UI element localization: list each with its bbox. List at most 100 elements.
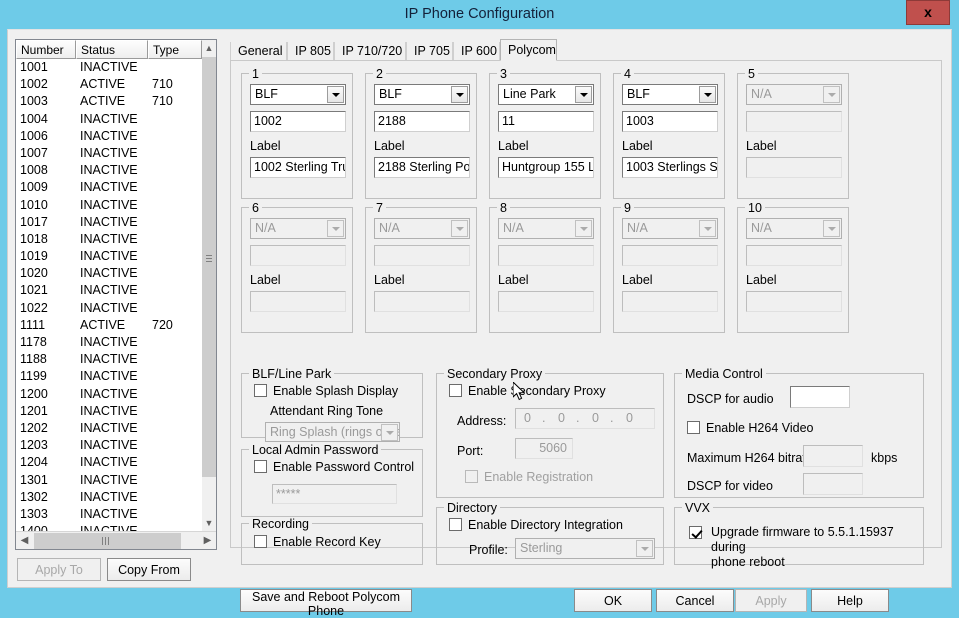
tab-ip-710-720[interactable]: IP 710/720 xyxy=(334,42,406,61)
tab-general[interactable]: General xyxy=(230,42,287,61)
key-label-input[interactable] xyxy=(746,157,842,178)
table-row[interactable]: 1007 INACTIVE xyxy=(16,145,202,162)
table-row[interactable]: 1202 INACTIVE xyxy=(16,420,202,437)
tab-ip-705[interactable]: IP 705 xyxy=(406,42,453,61)
key-value-input[interactable] xyxy=(746,245,842,266)
table-row[interactable]: 1201 INACTIVE xyxy=(16,403,202,420)
enable-h264-video-checkbox[interactable]: Enable H264 Video xyxy=(687,421,814,435)
help-button[interactable]: Help xyxy=(811,589,889,612)
key-label-input[interactable] xyxy=(746,291,842,312)
directory-profile-combo[interactable]: Sterling xyxy=(515,538,655,559)
admin-password-input[interactable]: ***** xyxy=(272,484,397,504)
key-value-input[interactable]: 2188 xyxy=(374,111,470,132)
table-row[interactable]: 1400INACTIVE xyxy=(16,523,202,531)
column-header-number[interactable]: Number xyxy=(16,40,76,59)
table-row[interactable]: 1017 INACTIVE xyxy=(16,214,202,231)
list-vertical-scrollbar[interactable]: ▲ ▼ xyxy=(202,40,216,531)
table-row[interactable]: 1204 INACTIVE xyxy=(16,454,202,471)
key-label-input[interactable] xyxy=(250,291,346,312)
key-type-combo[interactable]: N/A xyxy=(746,218,842,239)
upgrade-firmware-checkbox[interactable]: Upgrade firmware to 5.5.1.15937 during p… xyxy=(689,525,914,570)
column-header-status[interactable]: Status xyxy=(76,40,148,59)
table-row[interactable]: 1178 INACTIVE xyxy=(16,334,202,351)
key-label-input[interactable]: 1003 Sterlings Se xyxy=(622,157,718,178)
scroll-up-icon[interactable]: ▲ xyxy=(202,40,216,56)
key-type-combo[interactable]: N/A xyxy=(498,218,594,239)
tab-ip-600[interactable]: IP 600 xyxy=(453,42,500,61)
key-label-input[interactable]: 1002 Sterling True xyxy=(250,157,346,178)
table-row[interactable]: 1203 INACTIVE xyxy=(16,437,202,454)
scroll-down-icon[interactable]: ▼ xyxy=(202,515,216,531)
table-row[interactable]: 1018 INACTIVE xyxy=(16,231,202,248)
table-row[interactable]: 1002 ACTIVE 710 xyxy=(16,76,202,93)
secondary-proxy-port-input[interactable]: 5060 xyxy=(515,438,573,459)
key-label-input[interactable]: 2188 Sterling Poly xyxy=(374,157,470,178)
dscp-for-audio-input[interactable] xyxy=(790,386,850,408)
key-value-input[interactable] xyxy=(498,245,594,266)
key-type-combo[interactable]: N/A xyxy=(250,218,346,239)
close-icon[interactable]: x xyxy=(906,0,950,25)
ok-button[interactable]: OK xyxy=(574,589,652,612)
table-row[interactable]: 1020 INACTIVE xyxy=(16,265,202,282)
enable-password-control-checkbox[interactable]: Enable Password Control xyxy=(254,460,414,474)
apply-to-button[interactable]: Apply To xyxy=(17,558,101,581)
key-value-input[interactable] xyxy=(622,245,718,266)
key-value-input[interactable]: 1002 xyxy=(250,111,346,132)
table-row[interactable]: 1301 INACTIVE xyxy=(16,472,202,489)
key-value-input[interactable] xyxy=(374,245,470,266)
key-label-input[interactable] xyxy=(374,291,470,312)
extension-list[interactable]: Number Status Type 1001 INACTIVE 1002 ACTIV… xyxy=(15,39,217,550)
dscp-for-video-input[interactable] xyxy=(803,473,863,495)
save-and-reboot-polycom-phone-button[interactable]: Save and Reboot Polycom Phone xyxy=(240,589,412,618)
key-label-input[interactable] xyxy=(498,291,594,312)
maximum-h264-bitrate-input[interactable] xyxy=(803,445,863,467)
key-label-input[interactable] xyxy=(622,291,718,312)
list-horizontal-scrollbar[interactable]: ◀ ▶ xyxy=(16,531,216,549)
key-type-combo[interactable]: BLF xyxy=(622,84,718,105)
enable-secondary-proxy-checkbox[interactable]: Enable Secondary Proxy xyxy=(449,384,606,398)
key-type-combo[interactable]: Line Park xyxy=(498,84,594,105)
key-value-input[interactable] xyxy=(250,245,346,266)
key-value-input[interactable] xyxy=(746,111,842,132)
table-row[interactable]: 1188 INACTIVE xyxy=(16,351,202,368)
table-row[interactable]: 1001 INACTIVE xyxy=(16,59,202,76)
table-row[interactable]: 1022 INACTIVE xyxy=(16,300,202,317)
table-row[interactable]: 1200 INACTIVE xyxy=(16,386,202,403)
enable-splash-display-checkbox[interactable]: Enable Splash Display xyxy=(254,384,398,398)
key-type-combo[interactable]: N/A xyxy=(746,84,842,105)
cancel-button[interactable]: Cancel xyxy=(656,589,734,612)
table-row[interactable]: 1302 INACTIVE xyxy=(16,489,202,506)
key-value-input[interactable]: 1003 xyxy=(622,111,718,132)
key-type-combo[interactable]: N/A xyxy=(374,218,470,239)
attendant-ring-tone-combo[interactable]: Ring Splash (rings once) xyxy=(265,422,400,442)
scroll-right-icon[interactable]: ▶ xyxy=(199,532,216,549)
table-row[interactable]: 1010 INACTIVE xyxy=(16,197,202,214)
copy-from-button[interactable]: Copy From xyxy=(107,558,191,581)
table-row[interactable]: 1021 INACTIVE xyxy=(16,282,202,299)
column-header-type[interactable]: Type xyxy=(148,40,202,59)
table-row[interactable]: 1006 INACTIVE xyxy=(16,128,202,145)
table-row[interactable]: 1111 ACTIVE 720 xyxy=(16,317,202,334)
apply-button[interactable]: Apply xyxy=(735,589,807,612)
key-type-combo[interactable]: BLF xyxy=(374,84,470,105)
table-row[interactable]: 1008 INACTIVE xyxy=(16,162,202,179)
table-row[interactable]: 1019 INACTIVE xyxy=(16,248,202,265)
tab-polycom[interactable]: Polycom xyxy=(500,39,557,61)
key-value-input[interactable]: 11 xyxy=(498,111,594,132)
vertical-scroll-thumb[interactable] xyxy=(202,57,216,477)
key-type-combo[interactable]: N/A xyxy=(622,218,718,239)
table-row[interactable]: 1003 ACTIVE 710 xyxy=(16,93,202,110)
secondary-proxy-address-input[interactable]: 0 . 0 . 0 . 0 xyxy=(515,408,655,429)
key-label-input[interactable]: Huntgroup 155 LP xyxy=(498,157,594,178)
enable-record-key-checkbox[interactable]: Enable Record Key xyxy=(254,535,381,549)
table-row[interactable]: 1303 INACTIVE xyxy=(16,506,202,523)
table-row[interactable]: 1009 INACTIVE xyxy=(16,179,202,196)
horizontal-scroll-thumb[interactable] xyxy=(34,533,181,549)
key-type-combo[interactable]: BLF xyxy=(250,84,346,105)
scroll-left-icon[interactable]: ◀ xyxy=(16,532,33,549)
tab-ip-805[interactable]: IP 805 xyxy=(287,42,334,61)
enable-directory-integration-checkbox[interactable]: Enable Directory Integration xyxy=(449,518,623,532)
table-row[interactable]: 1199 INACTIVE xyxy=(16,368,202,385)
enable-registration-checkbox[interactable]: Enable Registration xyxy=(465,470,593,484)
table-row[interactable]: 1004 INACTIVE xyxy=(16,111,202,128)
